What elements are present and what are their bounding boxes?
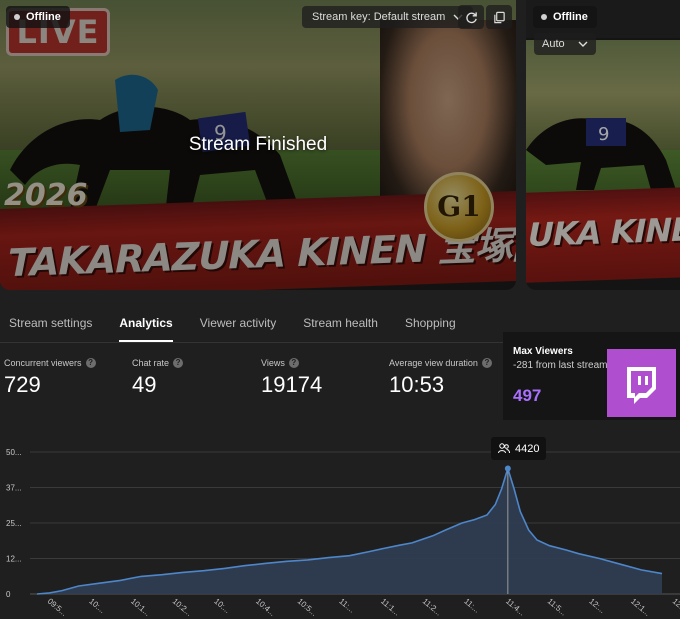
metric-label: Views (261, 358, 285, 368)
x-tick-label: 10:4... (254, 597, 277, 618)
peak-tooltip: 4420 (491, 437, 547, 460)
help-circle-icon[interactable]: ? (481, 358, 492, 368)
peak-point[interactable] (504, 465, 511, 472)
refresh-icon (465, 11, 477, 23)
x-tick-label: 11:5... (546, 597, 568, 618)
stream-key-dropdown[interactable]: Stream key: Default stream (302, 6, 474, 28)
quality-label: Auto (542, 38, 565, 50)
copy-button[interactable] (486, 5, 512, 29)
stream-finished-text: Stream Finished (188, 134, 328, 155)
dot-icon (541, 14, 547, 20)
metric-value: 729 (4, 372, 41, 397)
y-tick-label: 12... (6, 555, 22, 564)
max-viewers-title: Max Viewers (513, 346, 573, 357)
metric-concurrent-viewers: Concurrent viewers? 729 (4, 358, 96, 398)
x-tick-label: 10:5... (296, 597, 319, 618)
tab-bar: Stream settings Analytics Viewer activit… (0, 304, 483, 342)
twitch-logo-icon (607, 349, 676, 417)
chevron-down-icon (578, 41, 588, 47)
y-tick-label: 37... (6, 484, 22, 493)
metric-value: 19174 (261, 372, 323, 397)
x-tick-label: 10:2... (171, 597, 194, 618)
metric-chat-rate: Chat rate? 49 (132, 358, 184, 398)
metric-label: Concurrent viewers (4, 358, 82, 368)
x-tick-label: 11:4... (504, 597, 526, 618)
x-tick-label: 11:1... (379, 597, 401, 618)
tab-viewer-activity[interactable]: Viewer activity (200, 304, 276, 342)
x-tick-label: 10:... (87, 597, 106, 615)
y-tick-label: 25... (6, 519, 22, 528)
x-tick-label: 10:1... (129, 597, 152, 618)
x-tick-label: 09:5... (46, 597, 69, 618)
refresh-button[interactable] (458, 5, 484, 29)
x-tick-label: 11:... (337, 597, 356, 615)
x-tick-label: 11:2... (421, 597, 443, 618)
tab-stream-health[interactable]: Stream health (303, 304, 378, 342)
stream-key-label: Stream key: Default stream (312, 11, 446, 23)
x-tick-label: 12:1... (629, 597, 652, 618)
copy-icon (493, 11, 505, 23)
tab-analytics[interactable]: Analytics (119, 304, 174, 342)
help-circle-icon[interactable]: ? (173, 358, 184, 368)
metric-average-view-duration: Average view duration? 10:53 (389, 358, 492, 398)
people-icon (498, 443, 510, 454)
viewers-chart[interactable]: 0 12... 25... 37... 50... 09:5... 10:... 10:1.… (0, 432, 680, 619)
peak-value: 4420 (515, 442, 540, 455)
offline-status-badge: Offline (6, 6, 70, 28)
metric-views: Views? 19174 (261, 358, 322, 398)
stream-preview[interactable]: 9 LIVE 2026 TAKARAZUKA KINEN 宝塚記念 G1 Str… (0, 0, 516, 290)
metric-value: 49 (132, 372, 157, 397)
y-tick-label: 50... (6, 448, 22, 457)
x-tick-label: 12:... (587, 597, 606, 615)
x-tick-label: 10:... (212, 597, 231, 615)
metric-value: 10:53 (389, 372, 445, 397)
x-tick-label: 11:... (462, 597, 481, 615)
help-circle-icon[interactable]: ? (288, 358, 299, 368)
dot-icon (14, 14, 20, 20)
metric-label: Average view duration (389, 358, 478, 368)
quality-select[interactable]: Auto (534, 33, 596, 55)
secondary-offline-status-badge: Offline (533, 6, 597, 28)
tab-shopping[interactable]: Shopping (405, 304, 456, 342)
max-viewers-delta: -281 from last stream (513, 360, 608, 371)
y-tick-label: 0 (6, 590, 11, 599)
x-tick-label: 12:2... (671, 597, 680, 618)
tab-stream-settings[interactable]: Stream settings (9, 304, 92, 342)
metric-label: Chat rate (132, 358, 170, 368)
max-viewers-value: 497 (513, 386, 542, 405)
help-circle-icon[interactable]: ? (85, 358, 96, 368)
